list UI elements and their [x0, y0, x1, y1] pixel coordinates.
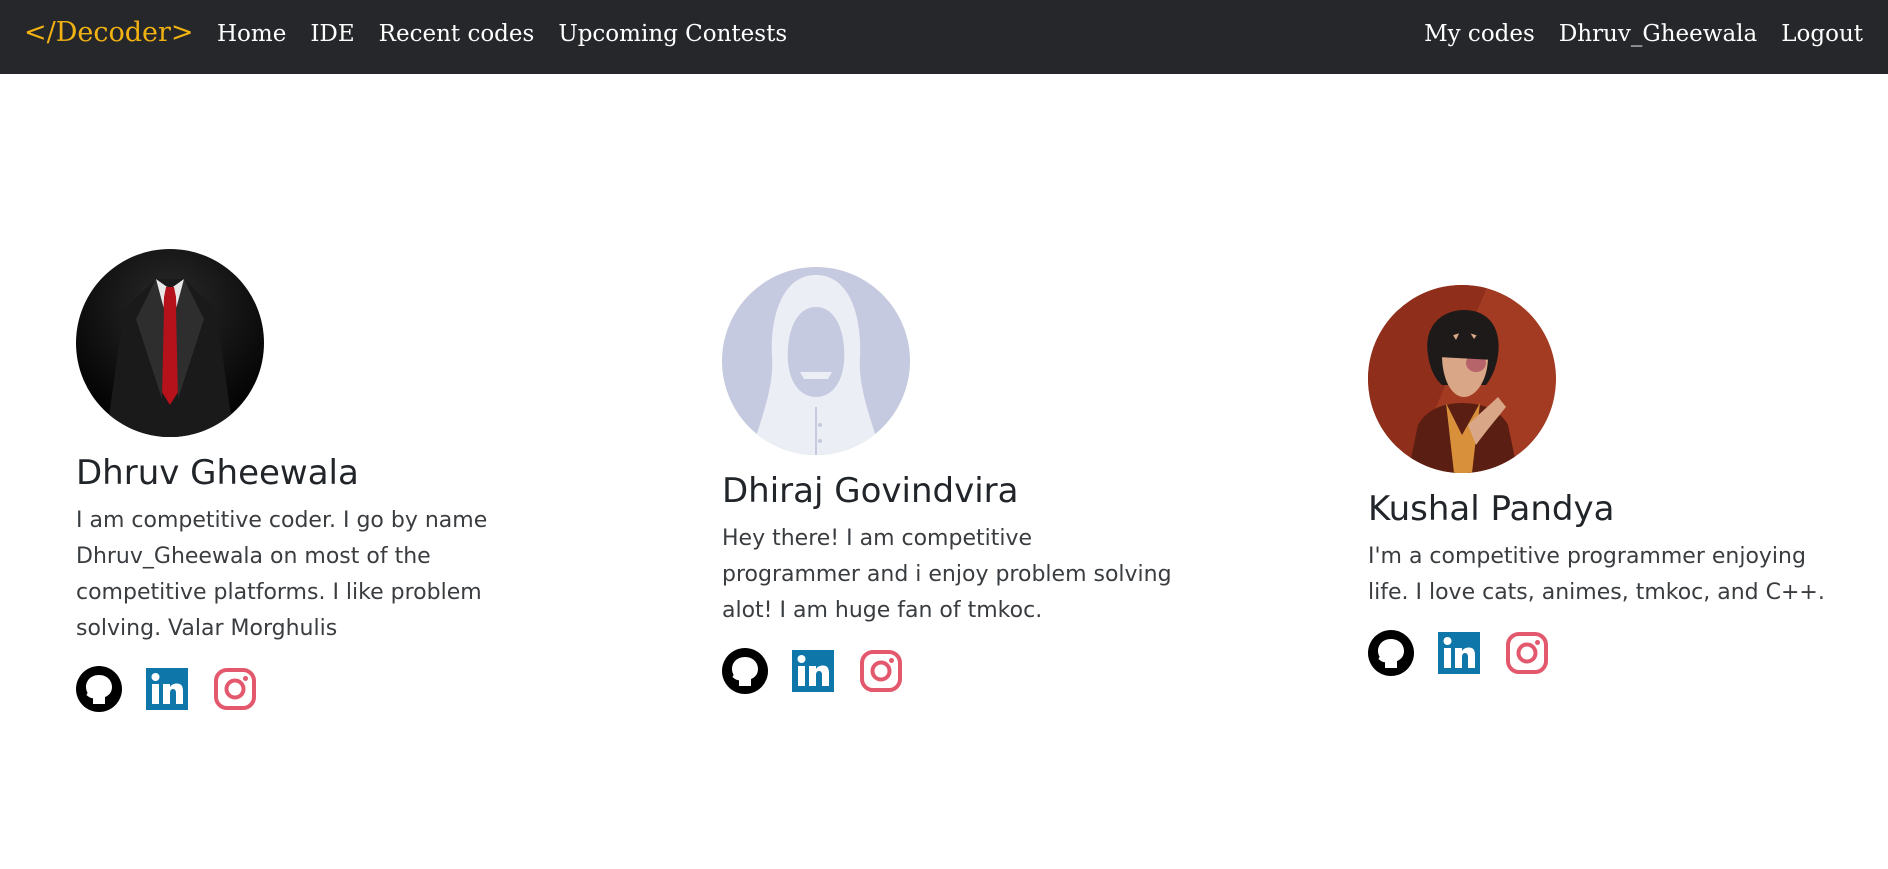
social-links — [722, 647, 1192, 695]
nav-link-user-profile[interactable]: Dhruv_Gheewala — [1559, 22, 1757, 46]
linkedin-link[interactable] — [144, 666, 190, 712]
nav-link-ide[interactable]: IDE — [310, 22, 354, 46]
nav-link-recent-codes[interactable]: Recent codes — [379, 22, 535, 46]
nav-link-home[interactable]: Home — [217, 22, 286, 46]
hooded-figure-avatar — [722, 267, 910, 455]
nav-link-logout[interactable]: Logout — [1781, 22, 1863, 46]
github-link[interactable] — [722, 648, 768, 695]
instagram-icon — [860, 650, 902, 693]
top-navbar: </Decoder> Home IDE Recent codes Upcomin… — [0, 0, 1888, 74]
linkedin-link[interactable] — [790, 648, 836, 694]
brand-logo[interactable]: </Decoder> — [24, 0, 194, 68]
nav-left-links: Home IDE Recent codes Upcoming Contests — [217, 0, 811, 68]
github-link[interactable] — [1368, 630, 1414, 677]
social-links — [76, 665, 546, 713]
team-card-dhruv: Dhruv Gheewala I am competitive coder. I… — [76, 249, 546, 713]
member-bio: I'm a competitive programmer enjoying li… — [1368, 544, 1825, 606]
anime-character-avatar — [1368, 285, 1556, 473]
member-name: Kushal Pandya — [1368, 489, 1615, 529]
avatar — [1368, 285, 1556, 473]
team-card-kushal: Kushal Pandya I'm a competitive programm… — [1368, 285, 1838, 677]
github-icon — [1368, 630, 1414, 677]
github-icon — [722, 648, 768, 695]
nav-right-links: My codes Dhruv_Gheewala Logout — [1400, 0, 1863, 68]
linkedin-icon — [792, 650, 834, 693]
instagram-icon — [214, 668, 256, 711]
nav-link-upcoming-contests[interactable]: Upcoming Contests — [558, 22, 787, 46]
github-icon — [76, 666, 122, 713]
github-link[interactable] — [76, 666, 122, 713]
linkedin-link[interactable] — [1436, 630, 1482, 676]
nav-link-my-codes[interactable]: My codes — [1424, 22, 1535, 46]
member-name: Dhiraj Govindvira — [722, 471, 1019, 511]
member-bio: I am competitive coder. I go by name Dhr… — [76, 508, 488, 642]
avatar — [722, 267, 910, 455]
member-bio: Hey there! I am competitive programmer a… — [722, 526, 1172, 624]
instagram-link[interactable] — [858, 648, 904, 694]
instagram-link[interactable] — [1504, 630, 1550, 676]
team-card-dhiraj: Dhiraj Govindvira Hey there! I am compet… — [722, 267, 1192, 695]
instagram-link[interactable] — [212, 666, 258, 712]
social-links — [1368, 629, 1838, 677]
member-name: Dhruv Gheewala — [76, 453, 359, 493]
linkedin-icon — [146, 668, 188, 711]
instagram-icon — [1506, 632, 1548, 675]
suit-with-red-tie-avatar — [76, 249, 264, 437]
linkedin-icon — [1438, 632, 1480, 675]
avatar — [76, 249, 264, 437]
